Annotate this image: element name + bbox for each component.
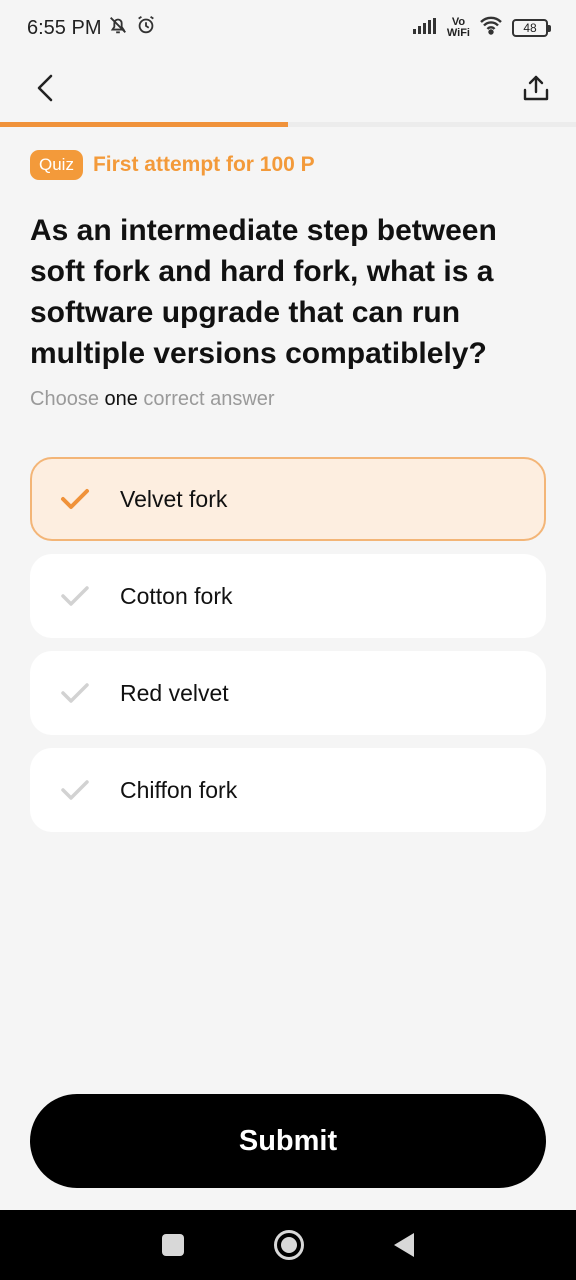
answer-option[interactable]: Cotton fork bbox=[30, 554, 546, 638]
back-nav-button[interactable] bbox=[394, 1233, 414, 1257]
check-icon bbox=[60, 484, 96, 514]
status-bar: 6:55 PM Vo WiFi 48 bbox=[0, 0, 576, 56]
check-icon bbox=[60, 678, 96, 708]
progress-fill bbox=[0, 122, 288, 127]
instruction-suffix: correct answer bbox=[137, 388, 275, 410]
vowifi-indicator: Vo WiFi bbox=[447, 17, 470, 39]
quiz-badge: Quiz bbox=[30, 150, 83, 180]
status-time: 6:55 PM bbox=[27, 16, 102, 39]
back-arrow-icon bbox=[37, 74, 53, 102]
option-label: Cotton fork bbox=[120, 582, 233, 609]
share-icon bbox=[523, 75, 549, 101]
quiz-info: Quiz First attempt for 100 P bbox=[30, 150, 315, 180]
quiz-screen: 6:55 PM Vo WiFi 48 Quiz First attempt fo… bbox=[0, 0, 576, 1280]
home-icon bbox=[281, 1237, 297, 1253]
mute-bell-icon bbox=[107, 14, 129, 42]
back-button[interactable] bbox=[26, 68, 66, 108]
answer-option[interactable]: Chiffon fork bbox=[30, 748, 546, 832]
option-label: Velvet fork bbox=[120, 485, 228, 512]
battery-icon: 48 bbox=[512, 19, 551, 37]
vowifi-bottom: WiFi bbox=[446, 27, 470, 39]
quiz-attempt-reward: First attempt for 100 P bbox=[92, 153, 315, 176]
submit-button[interactable]: Submit bbox=[30, 1094, 546, 1188]
check-icon bbox=[60, 775, 96, 805]
option-label: Red velvet bbox=[120, 679, 229, 706]
check-icon bbox=[60, 581, 96, 611]
wifi-icon bbox=[478, 15, 504, 41]
system-nav-bar bbox=[0, 1210, 576, 1280]
signal-icon bbox=[412, 17, 439, 40]
header bbox=[0, 56, 576, 120]
instruction-prefix: Choose bbox=[30, 388, 105, 410]
question-text: As an intermediate step between soft for… bbox=[30, 214, 497, 370]
answer-option[interactable]: Velvet fork bbox=[30, 457, 546, 541]
alarm-icon bbox=[135, 14, 157, 42]
home-button[interactable] bbox=[274, 1230, 304, 1260]
answer-instruction: Choose one correct answer bbox=[30, 388, 275, 411]
option-label: Chiffon fork bbox=[120, 776, 238, 803]
instruction-emphasis: one bbox=[104, 388, 138, 410]
progress-bar bbox=[0, 122, 576, 127]
answer-option[interactable]: Red velvet bbox=[30, 651, 546, 735]
status-left: 6:55 PM bbox=[27, 14, 157, 42]
battery-level: 48 bbox=[523, 21, 537, 35]
status-right: Vo WiFi 48 bbox=[412, 15, 551, 41]
share-button[interactable] bbox=[516, 68, 556, 108]
recents-button[interactable] bbox=[162, 1234, 184, 1256]
